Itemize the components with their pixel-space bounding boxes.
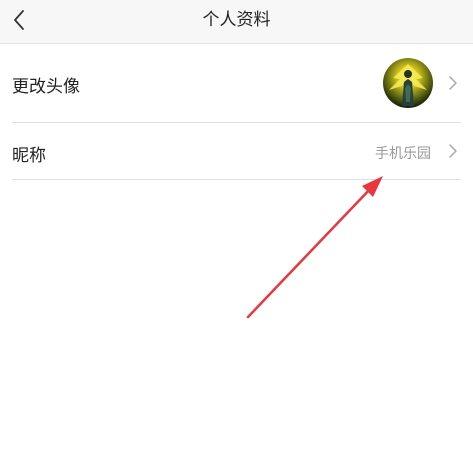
nickname-label: 昵称 <box>12 146 46 166</box>
nickname-value: 手机乐园 <box>375 146 431 162</box>
row-divider <box>12 179 461 180</box>
avatar[interactable] <box>383 58 433 108</box>
chevron-right-icon <box>449 144 457 158</box>
page-title: 个人资料 <box>202 10 271 30</box>
chevron-right-icon <box>449 76 457 90</box>
change-avatar-row[interactable]: 更改头像 <box>0 44 473 122</box>
avatar-image <box>383 58 433 108</box>
change-avatar-label: 更改头像 <box>12 77 80 97</box>
navigation-bar: 个人资料 <box>0 0 473 44</box>
nickname-row[interactable]: 昵称 手机乐园 <box>0 123 473 179</box>
